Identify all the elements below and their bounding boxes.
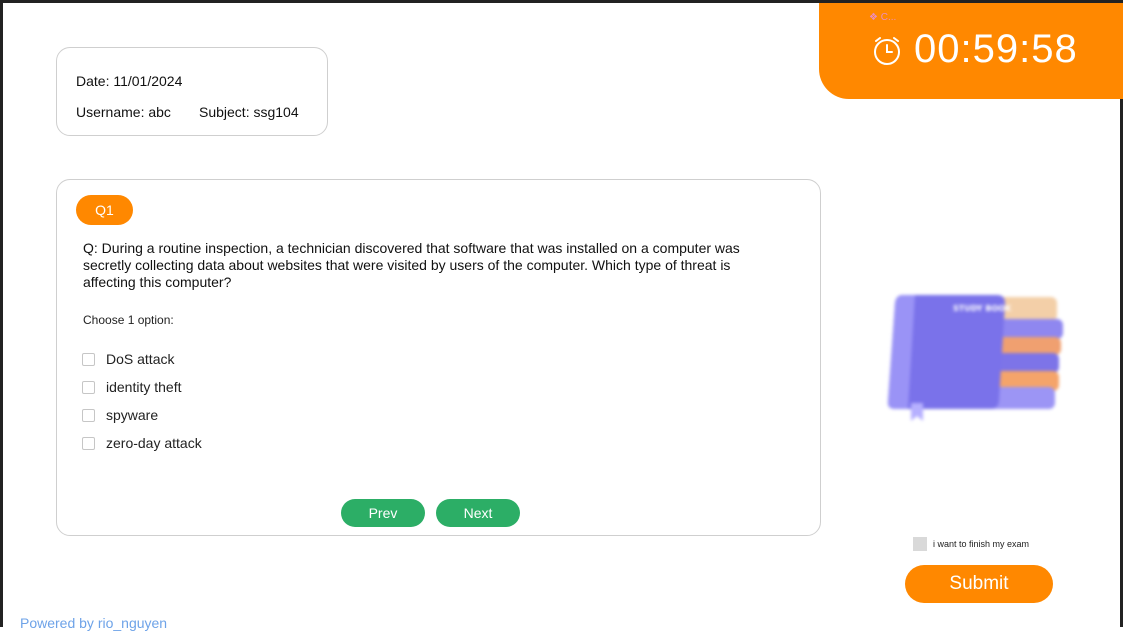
finish-exam-checkbox[interactable] <box>913 537 927 551</box>
username: Username: abc <box>76 104 171 120</box>
exam-info-card: Date: 11/01/2024 Username: abc Subject: … <box>56 47 328 136</box>
option-checkbox[interactable] <box>82 380 95 394</box>
finish-exam-row[interactable]: i want to finish my exam <box>913 537 1029 551</box>
option-zero-day-attack[interactable]: zero-day attack <box>82 429 202 457</box>
subject: Subject: ssg104 <box>199 104 299 120</box>
option-spyware[interactable]: spyware <box>82 401 202 429</box>
options-list: DoS attack identity theft spyware zero-d… <box>82 345 202 457</box>
option-label: zero-day attack <box>106 435 202 451</box>
question-text: Q: During a routine inspection, a techni… <box>83 240 740 290</box>
book-cover-text: STUDY BOOK <box>953 304 1012 313</box>
study-book-illustration: STUDY BOOK <box>887 295 1063 421</box>
next-button[interactable]: Next <box>436 499 520 527</box>
powered-by-link[interactable]: Powered by rio_nguyen <box>20 615 167 631</box>
timer-panel: ❖ C... 00:59:58 <box>819 3 1123 99</box>
finish-exam-label: i want to finish my exam <box>933 539 1030 549</box>
exam-date: Date: 11/01/2024 <box>76 73 183 89</box>
option-label: spyware <box>106 407 159 423</box>
question-number-badge: Q1 <box>76 195 133 225</box>
option-label: DoS attack <box>106 351 175 367</box>
option-identity-theft[interactable]: identity theft <box>82 373 202 401</box>
prev-button[interactable]: Prev <box>341 499 425 527</box>
option-checkbox[interactable] <box>82 352 95 366</box>
submit-button[interactable]: Submit <box>905 565 1053 603</box>
option-label: identity theft <box>106 379 182 395</box>
timer-tag: ❖ C... <box>869 12 897 23</box>
option-dos-attack[interactable]: DoS attack <box>82 345 202 373</box>
option-checkbox[interactable] <box>82 436 95 450</box>
option-checkbox[interactable] <box>82 408 95 422</box>
choose-option-label: Choose 1 option: <box>83 313 174 327</box>
question-card: Q1 Q: During a routine inspection, a tec… <box>56 179 821 536</box>
timer-countdown: 00:59:58 <box>914 27 1078 71</box>
alarm-clock-icon <box>874 37 900 65</box>
